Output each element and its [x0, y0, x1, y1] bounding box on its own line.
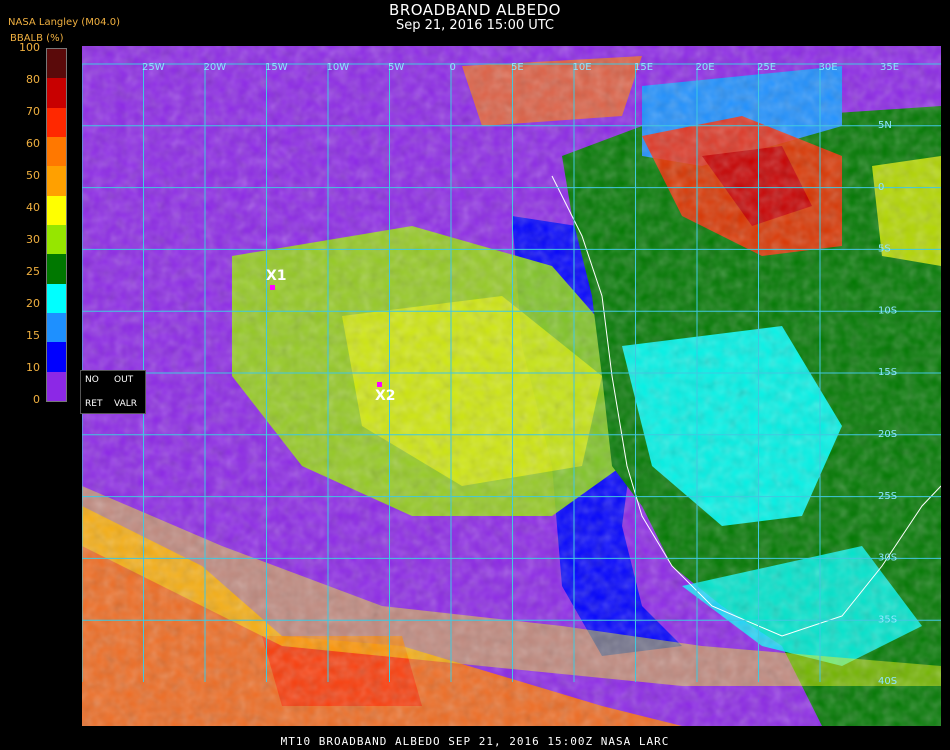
valr-label: VALR	[114, 399, 138, 409]
marker-x1-dot	[270, 285, 275, 290]
lon-label: 15W	[265, 62, 288, 73]
lon-label: 25W	[142, 62, 165, 73]
lat-label: 40S	[878, 676, 897, 687]
lat-label: 0	[878, 182, 884, 193]
legend-swatch	[47, 195, 66, 226]
legend-swatch	[47, 49, 66, 79]
legend-tick-label: 60	[26, 137, 40, 150]
legend-tick-label: 100	[19, 41, 40, 54]
lat-label: 30S	[878, 553, 897, 564]
footer-caption: MT10 BROADBAND ALBEDO SEP 21, 2016 15:00…	[280, 735, 670, 748]
legend-tick-label: 80	[26, 73, 40, 86]
out-label: OUT	[114, 375, 134, 385]
lon-label: 25E	[757, 62, 776, 73]
lon-label: 20W	[204, 62, 227, 73]
texture-overlay	[82, 46, 941, 726]
legend-swatch	[47, 107, 66, 138]
lon-label: 15E	[634, 62, 653, 73]
legend-tick-label: 40	[26, 201, 40, 214]
legend-swatch	[47, 254, 66, 285]
legend-tick-label: 70	[26, 105, 40, 118]
legend-swatch	[47, 342, 66, 373]
legend-tick-label: 50	[26, 169, 40, 182]
legend-tick-label: 0	[33, 393, 40, 406]
lat-label: 15S	[878, 367, 897, 378]
lon-label: 0	[450, 62, 456, 73]
marker-x2-dot	[377, 382, 382, 387]
date-subtitle: Sep 21, 2016 15:00 UTC	[395, 18, 555, 33]
lat-label: 5N	[878, 120, 892, 131]
legend-swatch	[47, 166, 66, 197]
lat-label: 5S	[878, 244, 891, 255]
legend-swatch	[47, 78, 66, 109]
marker-x2-label: X2	[375, 388, 396, 404]
legend-swatch	[47, 137, 66, 167]
lon-label: 10E	[573, 62, 592, 73]
legend-swatch	[47, 225, 66, 255]
no-label: NO	[85, 375, 99, 385]
lon-label: 35E	[880, 62, 899, 73]
lat-label: 10S	[878, 305, 897, 316]
lon-label: 5E	[511, 62, 524, 73]
lon-label: 10W	[327, 62, 350, 73]
no-retrieval-legend-box: NO OUT RET VALR	[80, 370, 146, 414]
legend-swatch	[47, 283, 66, 314]
page-title: BROADBAND ALBEDO	[389, 1, 561, 19]
legend-tick-label: 30	[26, 233, 40, 246]
ret-label: RET	[85, 399, 103, 409]
legend-swatch	[47, 313, 66, 343]
lat-label: 25S	[878, 491, 897, 502]
lon-label: 20E	[696, 62, 715, 73]
legend-tick-label: 20	[26, 297, 40, 310]
lat-label: 20S	[878, 429, 897, 440]
legend-tick-label: 15	[26, 329, 40, 342]
lon-label: 30E	[819, 62, 838, 73]
lat-label: 35S	[878, 614, 897, 625]
org-label: NASA Langley (M04.0)	[8, 17, 120, 28]
albedo-map: 25W 20W 15W 10W 5W 0 5E 10E 15E 20E 25E 30E 35E 5N 0 5S…	[82, 46, 941, 726]
marker-x1-label: X1	[266, 268, 287, 284]
legend-swatch	[47, 371, 66, 402]
legend-tick-label: 25	[26, 265, 40, 278]
lon-label: 5W	[388, 62, 404, 73]
legend-tick-label: 10	[26, 361, 40, 374]
color-legend-bar	[46, 48, 67, 402]
